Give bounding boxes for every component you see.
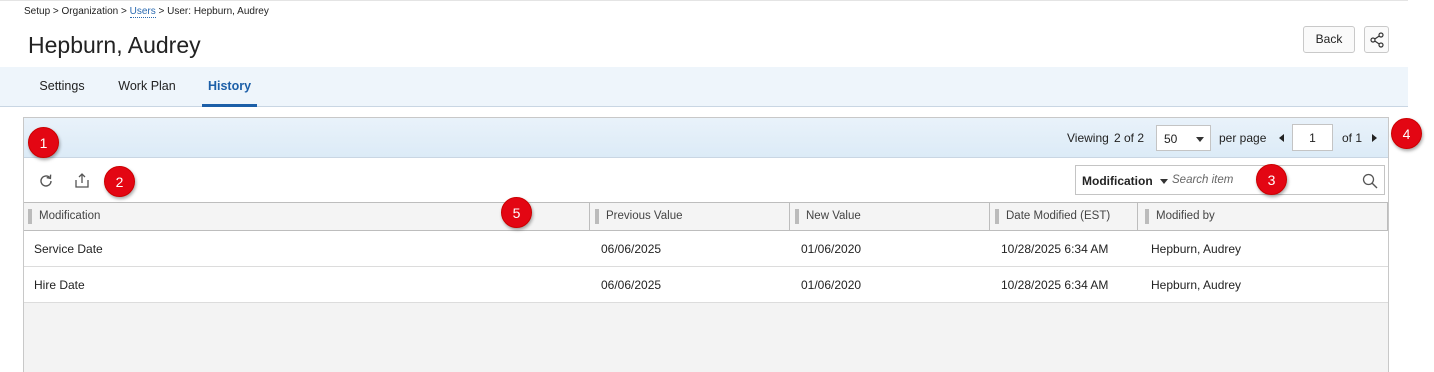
tab-bar: Settings Work Plan History <box>0 67 1408 107</box>
callout-marker-5: 5 <box>501 197 532 228</box>
column-header-label: Date Modified (EST) <box>1006 210 1111 222</box>
record-count: 2 of 2 <box>1114 131 1145 145</box>
tab-work-plan[interactable]: Work Plan <box>110 67 184 107</box>
page-total-label: of 1 <box>1342 131 1363 145</box>
column-divider <box>1387 203 1388 230</box>
back-button[interactable]: Back <box>1303 26 1355 53</box>
column-header-label: New Value <box>806 210 861 222</box>
column-header-modified-by[interactable]: Modified by <box>1141 203 1387 230</box>
cell-date-modified: 10/28/2025 6:34 AM <box>1001 278 1109 292</box>
search-field-select[interactable]: Modification <box>1082 174 1153 188</box>
column-header-new-value[interactable]: New Value <box>791 203 989 230</box>
cell-new-value: 01/06/2020 <box>801 242 862 256</box>
callout-marker-4: 4 <box>1391 118 1422 149</box>
column-divider[interactable] <box>1137 203 1138 230</box>
column-divider[interactable] <box>989 203 990 230</box>
column-header-label: Modified by <box>1156 210 1215 222</box>
cell-modification: Service Date <box>34 242 103 256</box>
page-title: Hepburn, Audrey <box>28 32 201 58</box>
per-page-label: per page <box>1219 131 1267 145</box>
breadcrumb-path: Setup > Organization > <box>24 6 130 17</box>
cell-modification: Hire Date <box>34 278 85 292</box>
search-box: Modification <box>1075 165 1385 195</box>
cell-date-modified: 10/28/2025 6:34 AM <box>1001 242 1109 256</box>
table-row[interactable]: Hire Date 06/06/2025 01/06/2020 10/28/20… <box>24 267 1388 303</box>
search-icon[interactable] <box>1362 173 1378 189</box>
tab-history[interactable]: History <box>202 67 257 107</box>
history-panel: Viewing 2 of 2 50 per page of 1 <box>23 117 1389 372</box>
cell-modified-by: Hepburn, Audrey <box>1151 278 1242 292</box>
refresh-icon[interactable] <box>37 172 55 190</box>
share-button[interactable] <box>1364 26 1389 53</box>
drag-handle-icon[interactable] <box>595 209 599 224</box>
share-icon <box>1369 31 1384 48</box>
column-header-previous-value[interactable]: Previous Value <box>591 203 789 230</box>
column-header-label: Modification <box>39 210 101 222</box>
previous-page-icon[interactable] <box>1279 134 1284 142</box>
page-size-value: 50 <box>1164 132 1178 146</box>
column-header-date-modified[interactable]: Date Modified (EST) <box>991 203 1137 230</box>
drag-handle-icon[interactable] <box>995 209 999 224</box>
pager-bar: Viewing 2 of 2 50 per page of 1 <box>24 118 1388 158</box>
grid-header: Modification Previous Value New Value Da… <box>24 202 1388 231</box>
breadcrumb: Setup > Organization > Users > User: Hep… <box>24 6 269 18</box>
column-divider[interactable] <box>589 203 590 230</box>
cell-previous-value: 06/06/2025 <box>601 278 662 292</box>
next-page-icon[interactable] <box>1372 134 1377 142</box>
breadcrumb-link-users[interactable]: Users <box>129 6 156 18</box>
page-margin <box>1408 0 1434 372</box>
drag-handle-icon[interactable] <box>28 209 32 224</box>
callout-marker-3: 3 <box>1256 164 1287 195</box>
callout-marker-2: 2 <box>104 166 135 197</box>
column-divider[interactable] <box>789 203 790 230</box>
callout-marker-1: 1 <box>28 127 59 158</box>
chevron-down-icon <box>1196 137 1204 142</box>
table-row[interactable]: Service Date 06/06/2025 01/06/2020 10/28… <box>24 231 1388 267</box>
page-number-input[interactable] <box>1292 124 1333 151</box>
column-header-label: Previous Value <box>606 210 683 222</box>
export-icon[interactable] <box>73 172 91 190</box>
grid-toolbar: Modification <box>24 158 1388 202</box>
cell-new-value: 01/06/2020 <box>801 278 862 292</box>
cell-previous-value: 06/06/2025 <box>601 242 662 256</box>
viewing-label: Viewing <box>1067 131 1109 145</box>
cell-modified-by: Hepburn, Audrey <box>1151 242 1242 256</box>
page-size-select[interactable]: 50 <box>1156 125 1211 151</box>
breadcrumb-current: > User: Hepburn, Audrey <box>155 6 269 17</box>
app-window: Setup > Organization > Users > User: Hep… <box>0 0 1408 372</box>
drag-handle-icon[interactable] <box>1145 209 1149 224</box>
chevron-down-icon[interactable] <box>1160 179 1168 184</box>
drag-handle-icon[interactable] <box>795 209 799 224</box>
tab-settings[interactable]: Settings <box>32 67 92 107</box>
